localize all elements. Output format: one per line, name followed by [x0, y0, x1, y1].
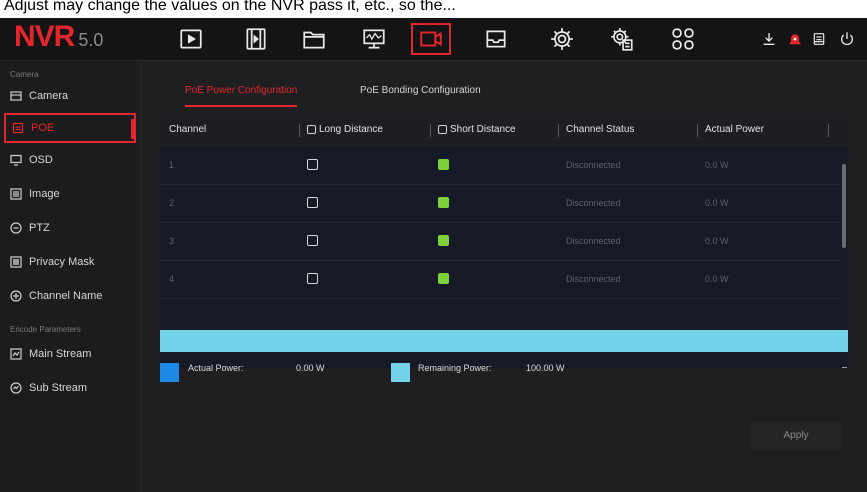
cell-channel: 1 [169, 160, 175, 170]
short-distance-checkbox[interactable] [438, 159, 449, 170]
long-distance-checkbox[interactable] [307, 235, 318, 246]
camera-icon[interactable] [411, 23, 451, 55]
playback-icon[interactable] [175, 24, 207, 54]
cell-actual-power: 0.0 W [705, 274, 729, 284]
column-header-channel: Channel [169, 124, 207, 135]
sidebar-section-camera: Camera [10, 70, 39, 79]
camera-icon [10, 90, 22, 102]
table-row: 2 Disconnected 0.0 W [160, 184, 840, 223]
system-settings-icon[interactable] [606, 24, 638, 54]
alarm-icon[interactable] [786, 30, 804, 48]
sub-stream-icon [10, 382, 22, 394]
gear-icon[interactable] [546, 24, 578, 54]
short-distance-checkbox[interactable] [438, 273, 449, 284]
short-distance-select-all-checkbox[interactable] [438, 125, 447, 134]
actual-power-legend-swatch [160, 363, 179, 382]
sidebar-item-sub-stream[interactable]: Sub Stream [0, 371, 140, 405]
cell-channel-status: Disconnected [566, 274, 621, 284]
actual-power-value: 0.00 W [296, 363, 325, 373]
sidebar-item-camera[interactable]: Camera [0, 79, 140, 113]
sidebar-item-label: OSD [29, 154, 53, 166]
sidebar-item-privacy-mask[interactable]: Privacy Mask [0, 245, 140, 279]
sidebar-item-poe[interactable]: POE [4, 113, 136, 143]
apply-button[interactable]: Apply [751, 422, 841, 450]
monitor-icon[interactable] [358, 24, 390, 54]
video-clip-icon[interactable] [240, 24, 272, 54]
sidebar-item-label: Privacy Mask [29, 256, 95, 268]
scrollbar-end [842, 367, 847, 368]
sidebar-item-label: Main Stream [29, 348, 92, 360]
cell-channel-status: Disconnected [566, 236, 621, 246]
short-distance-checkbox[interactable] [438, 197, 449, 208]
actual-power-label: Actual Power: [188, 363, 244, 373]
table-row: 1 Disconnected 0.0 W [160, 146, 840, 185]
main-stream-icon [10, 348, 22, 360]
osd-icon [10, 154, 22, 166]
short-distance-checkbox[interactable] [438, 235, 449, 246]
column-header-actual-power: Actual Power [697, 114, 764, 146]
sidebar-item-main-stream[interactable]: Main Stream [0, 337, 140, 371]
remaining-power-legend-swatch [391, 363, 410, 382]
top-toolbar: NVR 5.0 [0, 18, 867, 61]
sidebar-item-channel-name[interactable]: Channel Name [0, 279, 140, 313]
sidebar-item-label: Sub Stream [29, 382, 88, 394]
sidebar-item-label: Camera [29, 90, 69, 102]
long-distance-checkbox[interactable] [307, 197, 318, 208]
column-header-short-distance: Short Distance [430, 114, 516, 146]
top-caption-strip: Adjust may change the values on the NVR … [0, 0, 867, 18]
image-icon [10, 188, 22, 200]
privacy-mask-icon [10, 256, 22, 268]
power-icon[interactable] [838, 30, 856, 48]
column-header-long-distance: Long Distance [299, 114, 383, 146]
app-logo: NVR 5.0 [14, 20, 104, 53]
remaining-power-label: Remaining Power: [418, 363, 492, 373]
cell-actual-power: 0.0 W [705, 236, 729, 246]
cell-actual-power: 0.0 W [705, 198, 729, 208]
apps-icon[interactable] [667, 24, 699, 54]
channel-name-icon [10, 290, 22, 302]
tab-poe-bonding-configuration[interactable]: PoE Bonding Configuration [360, 83, 481, 105]
cell-channel: 4 [169, 274, 175, 284]
download-icon[interactable] [760, 30, 778, 48]
poe-power-usage-bar [160, 330, 848, 352]
sidebar-section-encode: Encode Parameters [10, 325, 81, 334]
column-header-channel-status: Channel Status [558, 114, 634, 146]
cell-channel: 3 [169, 236, 175, 246]
cell-channel: 2 [169, 198, 175, 208]
poe-icon [12, 122, 24, 134]
scrollbar-thumb[interactable] [842, 164, 846, 248]
sidebar-item-label: POE [31, 122, 55, 134]
backup-icon[interactable] [810, 30, 828, 48]
sidebar-item-osd[interactable]: OSD [0, 143, 140, 177]
table-row: 4 Disconnected 0.0 W [160, 260, 840, 299]
storage-icon[interactable] [480, 24, 512, 54]
sidebar-item-label: Image [29, 188, 60, 200]
cell-actual-power: 0.0 W [705, 160, 729, 170]
sidebar-item-label: PTZ [29, 222, 50, 234]
long-distance-select-all-checkbox[interactable] [307, 125, 316, 134]
long-distance-checkbox[interactable] [307, 273, 318, 284]
tab-poe-power-configuration[interactable]: PoE Power Configuration [185, 83, 298, 107]
cell-channel-status: Disconnected [566, 198, 621, 208]
cell-channel-status: Disconnected [566, 160, 621, 170]
main-panel: PoE Power Configuration PoE Bonding Conf… [141, 61, 867, 492]
long-distance-checkbox[interactable] [307, 159, 318, 170]
remaining-power-value: 100.00 W [526, 363, 565, 373]
sidebar-item-image[interactable]: Image [0, 177, 140, 211]
sidebar-item-ptz[interactable]: PTZ [0, 211, 140, 245]
ptz-icon [10, 222, 22, 234]
sidebar-item-label: Channel Name [29, 290, 103, 302]
table-header: Channel Long Distance Short Distance Cha… [160, 114, 848, 146]
table-row: 3 Disconnected 0.0 W [160, 222, 840, 261]
sidebar: Camera Camera POE OSD Image PTZ Privacy … [0, 61, 141, 492]
folder-icon[interactable] [298, 24, 330, 54]
